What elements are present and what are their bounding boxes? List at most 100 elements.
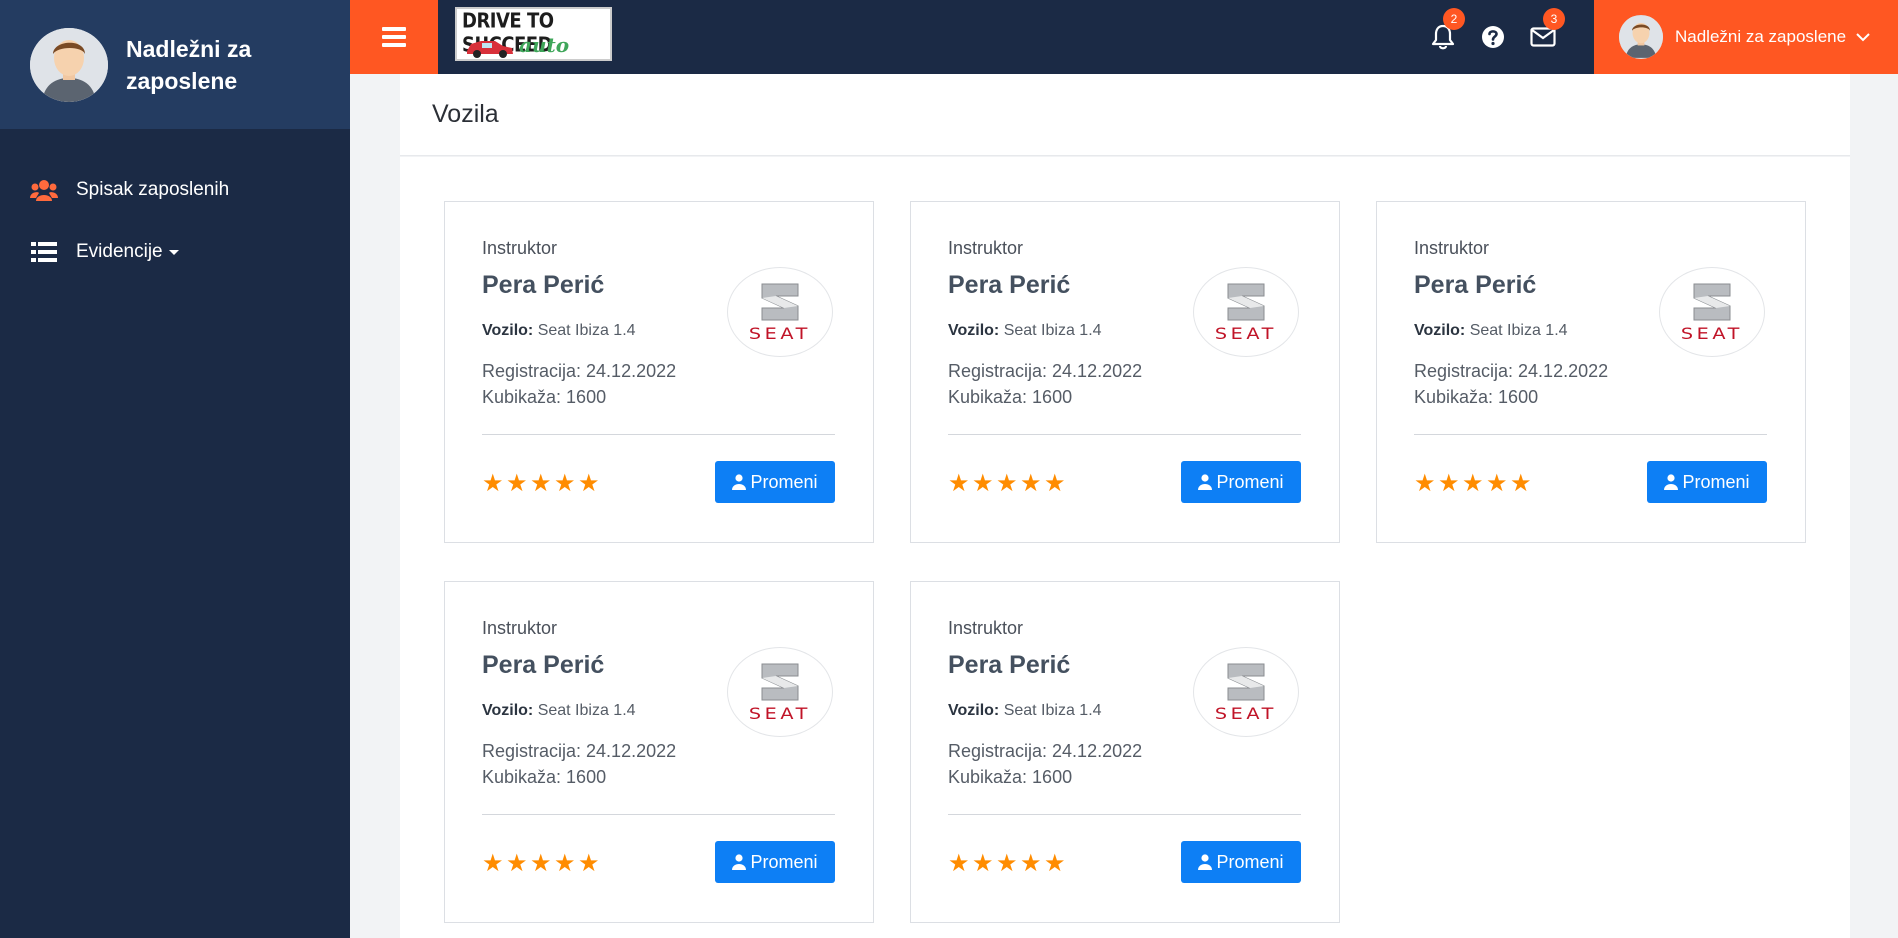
user-icon [1198, 854, 1213, 870]
sidebar-item-evidencije[interactable]: Evidencije [0, 221, 350, 283]
star-icon: ★ [972, 850, 994, 877]
vehicle-label: Vozilo: [482, 702, 534, 719]
card-divider [482, 814, 835, 815]
page-header: Vozila [400, 74, 1850, 156]
car-icon [467, 41, 513, 58]
star-icon: ★ [506, 470, 528, 497]
instructor-name: Pera Perić [482, 271, 605, 299]
edit-button[interactable]: Promeni [1647, 461, 1767, 503]
engine-cc-info: Kubikaža: 1600 [482, 387, 607, 407]
seat-emblem-icon [1693, 283, 1731, 320]
edit-button[interactable]: Promeni [1181, 841, 1301, 883]
notifications-badge: 2 [1443, 8, 1465, 30]
sidebar-item-label: Spisak zaposlenih [76, 179, 230, 200]
caret-down-icon [168, 249, 179, 255]
card-role: Instruktor [482, 618, 558, 638]
seat-wordmark: SEAT [1214, 323, 1278, 343]
vehicle-info: Vozilo: Seat Ibiza 1.4 [1414, 322, 1568, 340]
card-role: Instruktor [948, 238, 1024, 258]
seat-wordmark: SEAT [1680, 323, 1744, 343]
star-icon: ★ [578, 850, 600, 877]
star-icon: ★ [1020, 850, 1042, 877]
seat-logo: SEAT [1193, 647, 1299, 737]
notifications-button[interactable]: 2 [1426, 8, 1465, 54]
sidebar-item-label: Evidencije [76, 241, 163, 262]
user-menu-name: Nadležni za zaposlene [1675, 27, 1847, 46]
hamburger-icon [382, 25, 406, 49]
sidebar-profile: Nadležni za zaposlene [0, 0, 350, 129]
star-icon: ★ [1486, 470, 1508, 497]
question-circle-icon [1482, 26, 1504, 48]
chevron-down-icon [1856, 33, 1870, 42]
engine-cc-info: Kubikaža: 1600 [482, 767, 607, 787]
seat-emblem-icon [1227, 283, 1265, 320]
engine-cc-info: Kubikaža: 1600 [948, 767, 1073, 787]
vehicle-value: Seat Ibiza 1.4 [999, 702, 1102, 719]
seat-logo: SEAT [1193, 267, 1299, 357]
vehicle-label: Vozilo: [948, 702, 1000, 719]
messages-button[interactable]: 3 [1526, 8, 1565, 54]
user-icon [732, 474, 747, 490]
envelope-icon [1530, 27, 1556, 47]
edit-button-label: Promeni [1216, 851, 1284, 872]
star-rating: ★ ★ ★ ★ ★ [948, 470, 1068, 497]
instructor-name: Pera Perić [1414, 271, 1537, 299]
list-icon [30, 239, 58, 265]
user-icon [732, 854, 747, 870]
seat-logo: SEAT [727, 647, 833, 737]
star-icon: ★ [554, 470, 576, 497]
messages-badge: 3 [1543, 8, 1565, 30]
edit-button-label: Promeni [750, 471, 818, 492]
seat-emblem-icon [1227, 663, 1265, 700]
star-icon: ★ [554, 850, 576, 877]
user-menu-dropdown[interactable]: Nadležni za zaposlene [1594, 0, 1898, 74]
sidebar: Nadležni za zaposlene Spisak zaposlenih [0, 0, 350, 938]
user-icon [1198, 474, 1213, 490]
edit-button-label: Promeni [1216, 471, 1284, 492]
vehicle-value: Seat Ibiza 1.4 [533, 322, 636, 339]
star-icon: ★ [530, 470, 552, 497]
star-icon: ★ [1510, 470, 1532, 497]
star-icon: ★ [1438, 470, 1460, 497]
star-icon: ★ [578, 470, 600, 497]
sidebar-nav: Spisak zaposlenih Evidencije [0, 129, 350, 283]
menu-toggle-button[interactable] [350, 0, 438, 74]
star-rating: ★ ★ ★ ★ ★ [482, 470, 602, 497]
seat-emblem-icon [761, 663, 799, 700]
help-button[interactable] [1476, 20, 1510, 54]
seat-wordmark: SEAT [748, 323, 812, 343]
registration-info: Registracija: 24.12.2022 [482, 361, 677, 381]
star-icon: ★ [530, 850, 552, 877]
card-divider [1414, 434, 1767, 435]
vehicle-label: Vozilo: [948, 322, 1000, 339]
star-rating: ★ ★ ★ ★ ★ [1414, 470, 1534, 497]
vehicle-card: Instruktor Pera Perić Vozilo: Seat Ibiza… [910, 201, 1340, 543]
avatar [30, 27, 108, 102]
sidebar-item-spisak-zaposlenih[interactable]: Spisak zaposlenih [0, 159, 350, 221]
vehicle-value: Seat Ibiza 1.4 [999, 322, 1102, 339]
vehicle-info: Vozilo: Seat Ibiza 1.4 [948, 702, 1102, 720]
vehicle-card: Instruktor Pera Perić Vozilo: Seat Ibiza… [444, 201, 874, 543]
registration-info: Registracija: 24.12.2022 [1414, 361, 1609, 381]
page-title: Vozila [432, 100, 499, 128]
edit-button[interactable]: Promeni [715, 841, 835, 883]
instructor-name: Pera Perić [948, 271, 1071, 299]
registration-info: Registracija: 24.12.2022 [948, 741, 1143, 761]
seat-logo: SEAT [1659, 267, 1765, 357]
vehicle-value: Seat Ibiza 1.4 [533, 702, 636, 719]
star-rating: ★ ★ ★ ★ ★ [482, 850, 602, 877]
registration-info: Registracija: 24.12.2022 [482, 741, 677, 761]
edit-button[interactable]: Promeni [1181, 461, 1301, 503]
star-icon: ★ [1020, 470, 1042, 497]
vehicle-info: Vozilo: Seat Ibiza 1.4 [948, 322, 1102, 340]
engine-cc-info: Kubikaža: 1600 [1414, 387, 1539, 407]
users-icon [30, 177, 58, 203]
topbar: DRIVE TO SUCCEED auto škola 2 3 [350, 0, 1898, 74]
card-divider [948, 434, 1301, 435]
card-role: Instruktor [482, 238, 558, 258]
edit-button[interactable]: Promeni [715, 461, 835, 503]
star-icon: ★ [1044, 470, 1066, 497]
engine-cc-info: Kubikaža: 1600 [948, 387, 1073, 407]
user-icon [1664, 474, 1679, 490]
app-logo[interactable]: DRIVE TO SUCCEED auto škola [455, 7, 612, 61]
